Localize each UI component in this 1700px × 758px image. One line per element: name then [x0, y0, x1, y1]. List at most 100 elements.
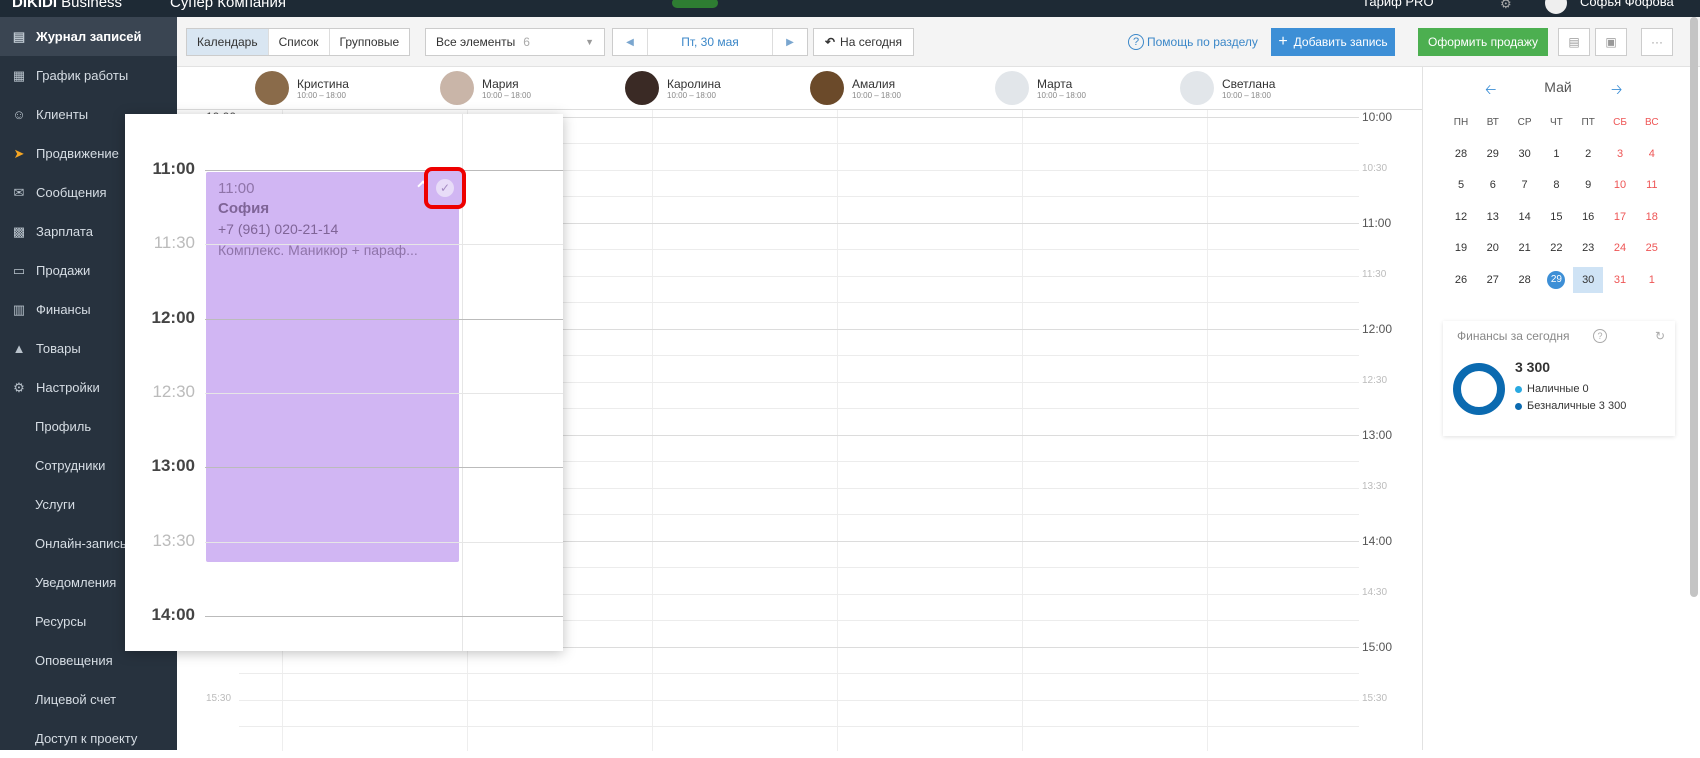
today-button[interactable]: ↶ На сегодня [813, 28, 914, 56]
calendar-day[interactable]: 27 [1478, 267, 1508, 293]
staff-member[interactable]: Каролина 10:00 – 18:00 [625, 67, 721, 109]
calendar-icon: ▦ [12, 67, 26, 83]
column-divider [1207, 110, 1208, 751]
calendar-day-number: 1 [1553, 147, 1560, 160]
calendar-day[interactable]: 28 [1446, 141, 1476, 167]
calendar-day-number: 28 [1454, 147, 1468, 160]
calendar-day[interactable]: 16 [1573, 204, 1603, 230]
calendar-day[interactable]: 10 [1605, 172, 1635, 198]
calendar-day[interactable]: 17 [1605, 204, 1635, 230]
refresh-icon[interactable]: ↻ [1655, 329, 1665, 343]
calendar-day-number: 23 [1582, 242, 1595, 254]
time-label-right: 13:00 [1362, 428, 1393, 442]
brand-logo[interactable]: DIKIDI Business [12, 0, 122, 11]
calendar-day[interactable]: 24 [1605, 235, 1635, 261]
calendar-day[interactable]: 4 [1637, 141, 1667, 167]
staff-member[interactable]: Марта 10:00 – 18:00 [995, 67, 1086, 109]
calendar-day[interactable]: 20 [1478, 235, 1508, 261]
user-name[interactable]: Софья Фофова [1580, 0, 1674, 9]
time-label-right: 13:30 [1362, 481, 1388, 492]
calendar-day[interactable]: 25 [1637, 235, 1667, 261]
calendar-day[interactable]: 19 [1446, 235, 1476, 261]
next-date-arrow-icon[interactable]: ▶ [773, 29, 807, 55]
calendar-day[interactable]: 8 [1541, 172, 1571, 198]
calendar-day[interactable]: 28 [1510, 267, 1540, 293]
calendar-day[interactable]: 6 [1478, 172, 1508, 198]
popup-time-label: 12:30 [152, 381, 195, 401]
prev-month-arrow-icon[interactable]: 🡠 [1485, 79, 1496, 103]
next-month-arrow-icon[interactable]: 🡢 [1611, 79, 1622, 103]
calendar-day[interactable]: 2 [1573, 141, 1603, 167]
staff-member[interactable]: Светлана 10:00 – 18:00 [1180, 67, 1275, 109]
sidebar-item-journal[interactable]: ▤ Журнал записей [0, 17, 177, 56]
export-icon[interactable]: ▤ [1558, 28, 1590, 56]
current-date[interactable]: Пт, 30 мая [647, 29, 773, 55]
time-label-right: 15:30 [1362, 693, 1388, 704]
calendar-day[interactable]: 15 [1541, 204, 1571, 230]
time-label-right: 12:30 [1362, 375, 1388, 386]
prev-date-arrow-icon[interactable]: ◀ [613, 29, 647, 55]
cash-value: 0 [1582, 383, 1589, 395]
make-sale-button[interactable]: Оформить продажу [1418, 28, 1548, 56]
staff-hours: 10:00 – 18:00 [297, 90, 346, 100]
calendar-day[interactable]: 22 [1541, 235, 1571, 261]
weekday-label: ВТ [1486, 116, 1499, 128]
sidebar-item-label: Финансы [36, 302, 91, 317]
popup-time-label: 12:00 [151, 307, 195, 327]
avatar[interactable] [1545, 0, 1567, 14]
tab-calendar[interactable]: Календарь [187, 29, 269, 55]
calendar-day[interactable]: 11 [1637, 172, 1667, 198]
calendar-day[interactable]: 26 [1446, 267, 1476, 293]
company-name[interactable]: Супер Компания [170, 0, 286, 11]
more-icon[interactable]: ··· [1641, 28, 1673, 56]
column-divider [1022, 110, 1023, 751]
sidebar-item-label: Сообщения [36, 185, 107, 200]
calendar-day[interactable]: 29 [1478, 141, 1508, 167]
staff-member[interactable]: Мария 10:00 – 18:00 [440, 67, 531, 109]
bell-icon[interactable]: ⚙ [1500, 0, 1512, 12]
calendar-day[interactable]: 5 [1446, 172, 1476, 198]
staff-name: Амалия [852, 76, 896, 91]
calendar-day[interactable]: 12 [1446, 204, 1476, 230]
elements-select[interactable]: Все элементы 6 ▼ [425, 28, 605, 56]
calendar-day[interactable]: 30 [1510, 141, 1540, 167]
add-record-label: Добавить запись [1293, 35, 1388, 49]
calendar-day[interactable]: 21 [1510, 235, 1540, 261]
calendar-day[interactable]: 1 [1637, 267, 1667, 293]
calendar-day[interactable]: 9 [1573, 172, 1603, 198]
sidebar-item-calendar[interactable]: ▦ График работы [0, 56, 177, 95]
sidebar-subitem[interactable]: Лицевой счет [0, 680, 177, 719]
add-record-button[interactable]: + Добавить запись [1271, 28, 1395, 56]
appointment-card[interactable]: 11:00 София +7 (961) 020-21-14 Комплекс.… [206, 172, 459, 562]
calendar-day[interactable]: 7 [1510, 172, 1540, 198]
staff-member[interactable]: Кристина 10:00 – 18:00 [255, 67, 349, 109]
calendar-day[interactable]: 31 [1605, 267, 1635, 293]
calendar-day[interactable]: 18 [1637, 204, 1667, 230]
tab-group[interactable]: Групповые [330, 29, 410, 55]
calendar-day[interactable]: 1 [1541, 141, 1571, 167]
column-divider [652, 110, 653, 751]
calendar-day[interactable]: 14 [1510, 204, 1540, 230]
confirm-check-button[interactable]: ✓ [424, 167, 466, 209]
staff-member[interactable]: Амалия 10:00 – 18:00 [810, 67, 901, 109]
question-icon[interactable]: ? [1593, 329, 1607, 343]
copy-icon[interactable]: ▣ [1595, 28, 1627, 56]
check-icon: ✓ [436, 179, 454, 197]
calendar-day[interactable]: 29 [1541, 267, 1571, 293]
tariff-label[interactable]: Тариф PRO [1362, 0, 1434, 9]
calendar-day[interactable]: 13 [1478, 204, 1508, 230]
help-link[interactable]: ? Помощь по разделу [1128, 34, 1258, 50]
calendar-day[interactable]: 3 [1605, 141, 1635, 167]
appointment-time: 11:00 [218, 180, 255, 197]
calendar-day-number: 18 [1645, 210, 1658, 223]
today-button-label: На сегодня [840, 35, 903, 49]
calendar-day[interactable]: 23 [1573, 235, 1603, 261]
calendar-day[interactable]: 30 [1573, 266, 1604, 293]
return-arrow-icon: ↶ [824, 35, 836, 49]
scrollbar[interactable] [1690, 17, 1698, 597]
tab-list[interactable]: Список [269, 29, 330, 55]
calendar-month: Май [1544, 79, 1572, 95]
calendar-day-number: 8 [1553, 179, 1560, 191]
sidebar-item-label: Продвижение [36, 146, 119, 161]
sidebar-subitem[interactable]: Доступ к проекту [0, 719, 177, 758]
